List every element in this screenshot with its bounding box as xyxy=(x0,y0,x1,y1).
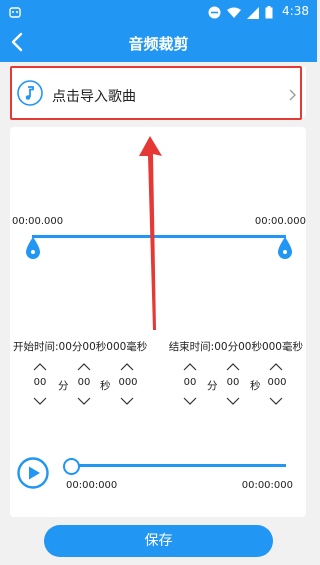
import-song-label: 点击导入歌曲 xyxy=(52,89,136,105)
start-handle[interactable] xyxy=(24,236,42,260)
start-time-label: 开始时间:00分00秒000毫秒 xyxy=(13,341,148,353)
play-button[interactable] xyxy=(17,457,49,489)
start-millis-picker[interactable]: 000 xyxy=(117,362,139,406)
end-handle[interactable] xyxy=(276,236,294,260)
end-minutes-picker[interactable]: 00 xyxy=(180,362,200,406)
range-start-time: 00:00.000 xyxy=(12,216,64,227)
playback-total-time: 00:00:000 xyxy=(241,480,293,491)
chevron-down-icon[interactable] xyxy=(76,396,92,406)
start-seconds-picker[interactable]: 00 xyxy=(74,362,94,406)
chevron-down-icon[interactable] xyxy=(268,396,284,406)
end-minutes-unit: 分 xyxy=(207,380,218,392)
chevron-up-icon[interactable] xyxy=(182,362,198,372)
end-millis-value: 000 xyxy=(267,377,287,388)
chevron-down-icon[interactable] xyxy=(182,396,198,406)
chevron-up-icon[interactable] xyxy=(119,362,135,372)
end-minutes-value: 00 xyxy=(183,377,197,388)
end-seconds-picker[interactable]: 00 xyxy=(223,362,243,406)
music-note-icon xyxy=(17,80,43,106)
app-bar: 音频裁剪 xyxy=(0,24,317,62)
playback-progress-knob[interactable] xyxy=(63,458,80,475)
start-seconds-value: 00 xyxy=(77,377,91,388)
playback-current-time: 00:00:000 xyxy=(66,480,118,491)
start-minutes-picker[interactable]: 00 xyxy=(30,362,50,406)
status-time: 4:38 xyxy=(282,4,309,18)
page-title: 音频裁剪 xyxy=(128,35,189,53)
wifi-icon xyxy=(227,4,241,23)
playback-progress-track[interactable] xyxy=(71,464,286,467)
chevron-down-icon[interactable] xyxy=(225,396,241,406)
status-bar: 4:38 xyxy=(0,0,317,24)
chevron-up-icon[interactable] xyxy=(268,362,284,372)
annotation-arrow xyxy=(135,132,165,332)
range-end-time: 00:00.000 xyxy=(254,216,306,227)
chevron-up-icon[interactable] xyxy=(225,362,241,372)
start-minutes-value: 00 xyxy=(33,377,47,388)
minus-circle-icon xyxy=(208,4,221,23)
chevron-up-icon[interactable] xyxy=(32,362,48,372)
chevron-down-icon[interactable] xyxy=(32,396,48,406)
battery-icon xyxy=(265,4,273,23)
end-seconds-value: 00 xyxy=(226,377,240,388)
end-time-label: 结束时间:00分00秒000毫秒 xyxy=(168,341,303,353)
android-debug-icon xyxy=(8,4,22,23)
chevron-right-icon xyxy=(287,87,297,101)
start-minutes-unit: 分 xyxy=(58,380,69,392)
signal-icon xyxy=(247,4,259,23)
chevron-up-icon[interactable] xyxy=(76,362,92,372)
end-millis-picker[interactable]: 000 xyxy=(266,362,288,406)
start-seconds-unit: 秒 xyxy=(100,380,111,392)
end-seconds-unit: 秒 xyxy=(250,380,261,392)
save-button[interactable]: 保存 xyxy=(44,525,273,557)
start-millis-value: 000 xyxy=(118,377,138,388)
chevron-down-icon[interactable] xyxy=(119,396,135,406)
